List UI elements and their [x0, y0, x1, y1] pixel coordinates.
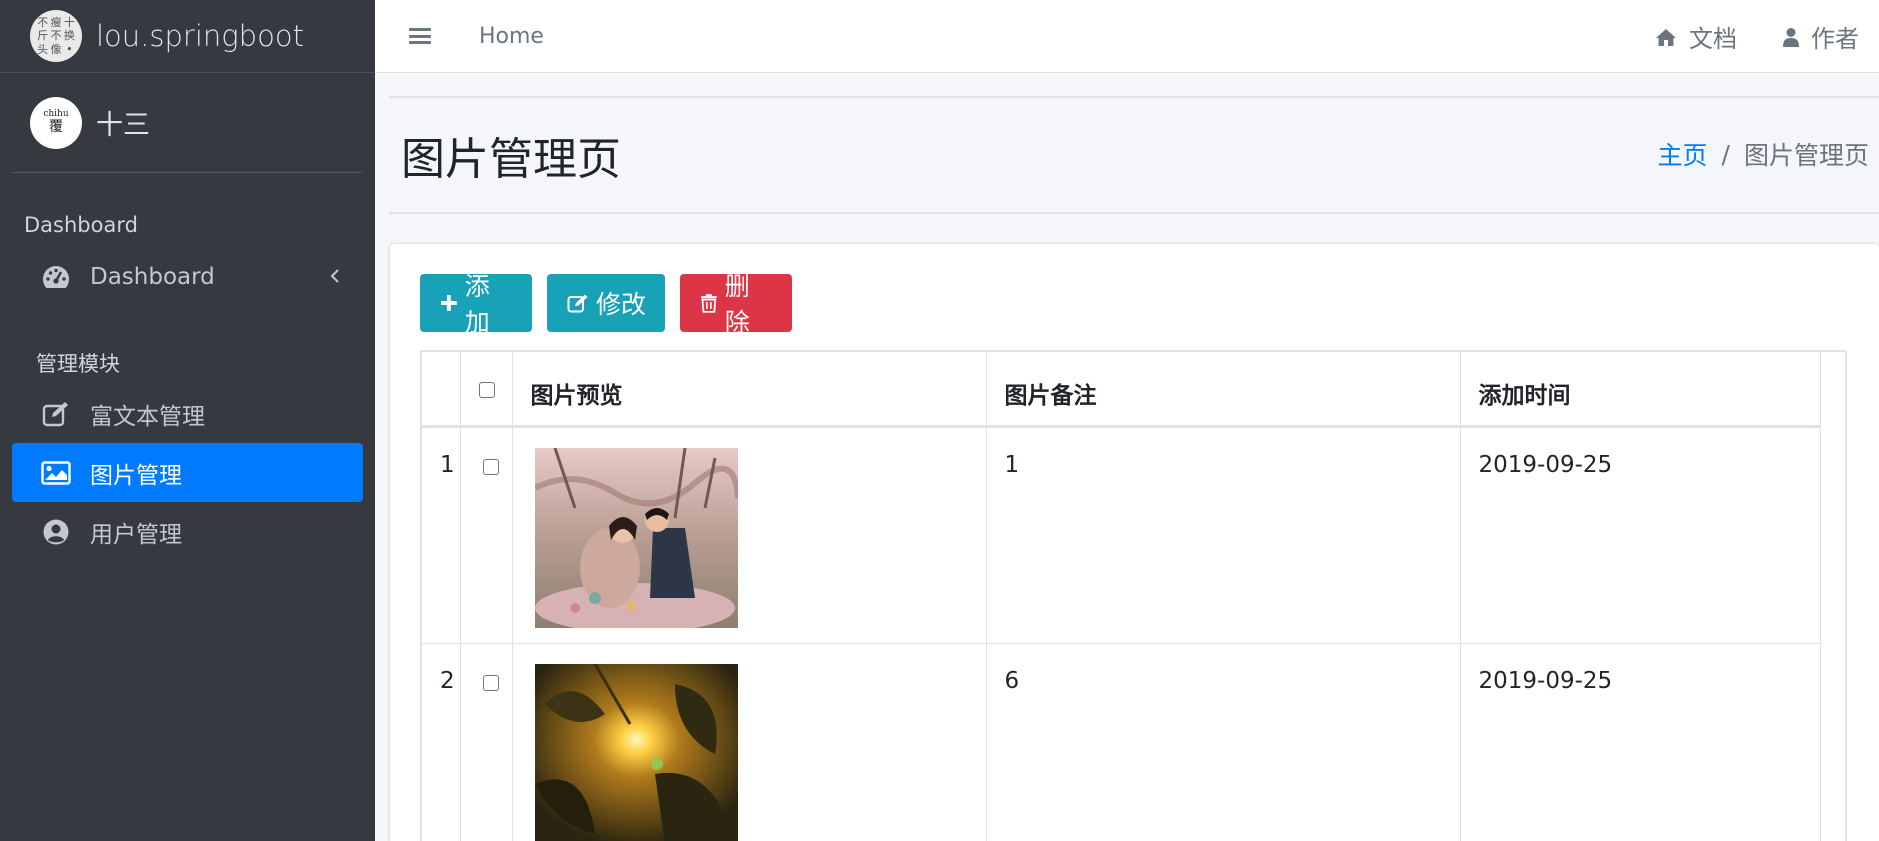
breadcrumb-home-link[interactable]: 主页	[1658, 136, 1708, 172]
header-note[interactable]: 图片备注	[986, 352, 1461, 428]
docs-link[interactable]: 文档	[1655, 19, 1737, 54]
logo-char: 像	[50, 42, 62, 56]
logo-char: 不	[37, 16, 49, 30]
brand-name: lou.springboot	[96, 19, 304, 53]
nav-header-dashboard: Dashboard	[24, 213, 138, 237]
sunlight-leaves-photo[interactable]	[534, 663, 738, 841]
sidebar-item-richtext[interactable]: 富文本管理	[12, 384, 363, 443]
table-row[interactable]: 1 1 2019-09-25	[422, 426, 1821, 644]
header-select-all	[460, 352, 513, 428]
author-label: 作者	[1811, 25, 1859, 53]
couple-photo[interactable]	[534, 447, 738, 628]
image-icon	[40, 457, 72, 489]
sidebar-item-dashboard[interactable]: Dashboard	[12, 247, 363, 306]
breadcrumb: 主页 / 图片管理页	[1658, 136, 1869, 172]
author-link[interactable]: 作者	[1783, 19, 1859, 54]
add-label: 添加	[464, 272, 490, 337]
sidebar-item-users[interactable]: 用户管理	[12, 502, 363, 561]
row-note: 6	[986, 643, 1461, 841]
docs-label: 文档	[1689, 25, 1737, 53]
chevron-left-icon	[329, 265, 341, 291]
top-navbar: Home 文档 作者	[375, 0, 1879, 73]
sidebar-item-label: 用户管理	[90, 521, 182, 548]
logo-char: 不	[50, 29, 62, 43]
brand-link[interactable]: 不 瘦 十 斤 不 换 头 像 • lou.springboot	[0, 0, 375, 73]
select-all-checkbox[interactable]	[478, 382, 495, 398]
edit-button[interactable]: 修改	[547, 274, 665, 332]
tachometer-icon	[40, 261, 72, 293]
breadcrumb-separator: /	[1721, 139, 1730, 169]
content-card: 添加 修改 删除 图片预览 图片备注 添加时间 1 1 2019-09-25 2…	[390, 244, 1879, 841]
row-index: 2	[422, 643, 461, 841]
trash-icon	[700, 294, 717, 313]
user-name: 十三	[96, 110, 150, 141]
topnav-right: 文档 作者	[1609, 0, 1859, 73]
plus-icon	[440, 295, 457, 311]
menu-toggle-icon[interactable]	[409, 25, 431, 47]
add-button[interactable]: 添加	[420, 272, 532, 337]
row-preview-cell	[512, 643, 987, 841]
header-index	[422, 352, 461, 428]
row-date: 2019-09-25	[1460, 643, 1821, 841]
logo-char: 斤	[37, 29, 49, 43]
header-date[interactable]: 添加时间	[1460, 352, 1821, 428]
logo-char: •	[66, 42, 73, 56]
nav-header-management: 管理模块	[36, 352, 120, 376]
row-index: 1	[422, 426, 461, 644]
row-note: 1	[986, 426, 1461, 644]
breadcrumb-current: 图片管理页	[1743, 141, 1869, 170]
avatar-char: 覆	[49, 118, 63, 135]
brand-logo: 不 瘦 十 斤 不 换 头 像 •	[30, 10, 82, 62]
logo-char: 换	[63, 29, 75, 43]
sidebar-item-images[interactable]: 图片管理	[12, 443, 363, 502]
row-date: 2019-09-25	[1460, 426, 1821, 644]
toolbar: 添加 修改 删除	[420, 272, 807, 337]
page-title: 图片管理页	[401, 134, 621, 185]
logo-char: 头	[37, 42, 49, 56]
row-checkbox[interactable]	[482, 458, 499, 475]
row-preview-cell	[512, 426, 987, 644]
row-checkbox[interactable]	[482, 674, 499, 691]
delete-label: 删除	[724, 272, 750, 337]
home-link[interactable]: Home	[479, 24, 544, 49]
delete-button[interactable]: 删除	[680, 272, 792, 337]
avatar: chihu 覆	[30, 96, 82, 149]
user-panel[interactable]: chihu 覆 十三	[12, 73, 363, 173]
row-select-cell	[460, 643, 513, 841]
row-select-cell	[460, 426, 513, 644]
edit-icon	[40, 398, 72, 430]
sidebar-item-label: 富文本管理	[90, 403, 205, 430]
sidebar-item-label: 图片管理	[90, 462, 182, 489]
user-circle-icon	[40, 516, 72, 548]
user-icon	[1783, 27, 1799, 47]
table-row[interactable]: 2 6 2019-09-25	[422, 643, 1821, 841]
edit-icon	[567, 294, 588, 313]
logo-char: 十	[63, 16, 75, 30]
sidebar: 不 瘦 十 斤 不 换 头 像 • lou.springboot chihu 覆…	[0, 0, 375, 841]
sidebar-item-label: Dashboard	[90, 263, 215, 290]
content-header: 图片管理页 主页 / 图片管理页	[389, 96, 1879, 214]
table-header-row: 图片预览 图片备注 添加时间	[422, 352, 1821, 428]
logo-char: 瘦	[50, 16, 62, 30]
edit-label: 修改	[596, 290, 647, 319]
header-preview[interactable]: 图片预览	[512, 352, 987, 428]
home-icon	[1656, 28, 1676, 46]
image-table: 图片预览 图片备注 添加时间 1 1 2019-09-25 2 6 2019-0…	[420, 350, 1847, 841]
